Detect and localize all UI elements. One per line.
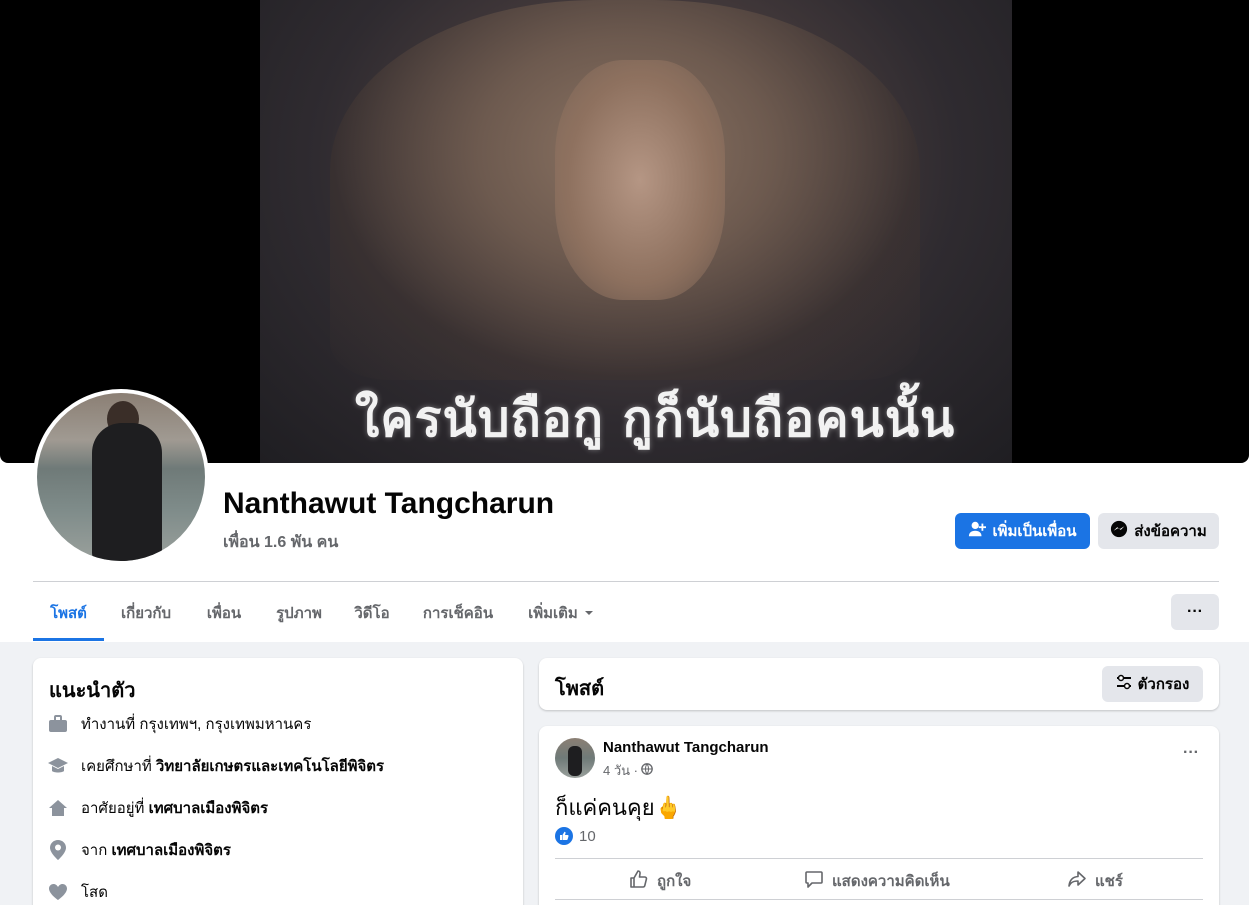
cover-hands <box>555 60 725 300</box>
filter-button[interactable]: ตัวกรอง <box>1102 666 1203 702</box>
graduation-cap-icon <box>47 755 69 777</box>
messenger-icon <box>1110 520 1128 542</box>
comment-button[interactable]: แสดงความคิดเห็น <box>804 866 950 896</box>
cover-caption: ใครนับถือกู กูก็นับถือคนนั้น <box>354 390 956 448</box>
post-author-name[interactable]: Nanthawut Tangcharun <box>603 739 769 756</box>
post-time[interactable]: 4 วัน · <box>603 760 638 781</box>
share-label: แชร์ <box>1095 873 1123 890</box>
briefcase-icon <box>47 713 69 735</box>
share-icon <box>1067 869 1087 893</box>
tab-posts[interactable]: โพสต์ <box>33 586 104 640</box>
intro-education-school[interactable]: วิทยาลัยเกษตรและเทคโนโลยีพิจิตร <box>156 758 384 775</box>
intro-lives: อาศัยอยู่ที่ เทศบาลเมืองพิจิตร <box>47 796 268 820</box>
add-friend-icon <box>968 520 987 542</box>
post-card: Nanthawut Tangcharun 4 วัน · ··· ก็แค่คน… <box>539 726 1219 905</box>
intro-from-prefix: จาก <box>81 842 112 859</box>
globe-icon <box>641 763 653 778</box>
post-options-button[interactable]: ··· <box>1183 744 1199 762</box>
like-count: 10 <box>579 827 596 845</box>
avatar-image <box>37 393 205 561</box>
post-author-avatar[interactable] <box>555 738 595 778</box>
caret-down-icon <box>584 605 594 622</box>
intro-lives-prefix: อาศัยอยู่ที่ <box>81 800 149 817</box>
add-friend-button[interactable]: เพิ่มเป็นเพื่อน <box>955 513 1090 549</box>
filter-label: ตัวกรอง <box>1137 676 1190 693</box>
intro-education: เคยศึกษาที่ วิทยาลัยเกษตรและเทคโนโลยีพิจ… <box>47 754 384 778</box>
post-divider-bottom <box>555 899 1203 900</box>
profile-avatar[interactable] <box>33 389 209 565</box>
intro-relationship-text: โสด <box>81 884 108 901</box>
avatar-person <box>92 423 162 561</box>
heart-icon <box>47 881 69 903</box>
profile-header: ใครนับถือกู กูก็นับถือคนนั้น Nanthawut T… <box>0 0 1249 642</box>
post-meta: 4 วัน · <box>603 760 653 781</box>
intro-from: จาก เทศบาลเมืองพิจิตร <box>47 838 231 862</box>
intro-work: ทำงานที่ กรุงเทพฯ, กรุงเทพมหานคร <box>47 712 311 736</box>
message-button[interactable]: ส่งข้อความ <box>1098 513 1219 549</box>
tab-friends[interactable]: เพื่อน <box>192 586 256 640</box>
intro-title: แนะนำตัว <box>49 680 136 702</box>
home-icon <box>47 797 69 819</box>
comment-label: แสดงความคิดเห็น <box>832 873 950 890</box>
intro-from-place[interactable]: เทศบาลเมืองพิจิตร <box>111 842 231 859</box>
tab-more[interactable]: เพิ่มเติม <box>515 586 607 640</box>
post-avatar-figure <box>568 746 582 776</box>
intro-card: แนะนำตัว ทำงานที่ กรุงเทพฯ, กรุงเทพมหานค… <box>33 658 523 905</box>
intro-education-prefix: เคยศึกษาที่ <box>81 758 156 775</box>
tab-more-label: เพิ่มเติม <box>528 605 578 622</box>
thumbs-up-icon <box>629 869 649 893</box>
add-friend-label: เพิ่มเป็นเพื่อน <box>992 523 1077 540</box>
intro-lives-place[interactable]: เทศบาลเมืองพิจิตร <box>149 800 269 817</box>
tab-videos[interactable]: วิดีโอ <box>342 586 402 640</box>
tab-checkins[interactable]: การเช็คอิน <box>410 586 506 640</box>
like-button[interactable]: ถูกใจ <box>629 866 691 896</box>
post-text: ก็แค่คนคุย🖕 <box>555 795 682 820</box>
profile-name[interactable]: Nanthawut Tangcharun <box>223 487 554 521</box>
tab-photos[interactable]: รูปภาพ <box>262 586 336 640</box>
friend-count[interactable]: เพื่อน 1.6 พัน คน <box>223 530 338 555</box>
profile-more-button[interactable]: ··· <box>1171 594 1219 630</box>
like-label: ถูกใจ <box>657 873 692 890</box>
active-tab-indicator <box>33 638 104 641</box>
share-button[interactable]: แชร์ <box>1067 866 1123 896</box>
posts-title: โพสต์ <box>555 678 605 700</box>
tab-about[interactable]: เกี่ยวกับ <box>108 586 184 640</box>
header-divider <box>33 581 1219 582</box>
like-reaction-icon <box>555 827 573 845</box>
post-reactions[interactable]: 10 <box>555 827 596 845</box>
location-pin-icon <box>47 839 69 861</box>
message-label: ส่งข้อความ <box>1134 523 1207 540</box>
filter-icon <box>1116 674 1132 694</box>
intro-relationship: โสด <box>47 880 108 904</box>
comment-icon <box>804 869 824 893</box>
intro-work-text: ทำงานที่ กรุงเทพฯ, กรุงเทพมหานคร <box>81 716 312 733</box>
posts-header-card: โพสต์ ตัวกรอง <box>539 658 1219 710</box>
cover-photo[interactable]: ใครนับถือกู กูก็นับถือคนนั้น <box>0 0 1249 463</box>
intro-from-text: จาก เทศบาลเมืองพิจิตร <box>81 838 231 862</box>
post-divider-top <box>555 858 1203 859</box>
intro-lives-text: อาศัยอยู่ที่ เทศบาลเมืองพิจิตร <box>81 796 268 820</box>
intro-education-text: เคยศึกษาที่ วิทยาลัยเกษตรและเทคโนโลยีพิจ… <box>81 754 384 778</box>
